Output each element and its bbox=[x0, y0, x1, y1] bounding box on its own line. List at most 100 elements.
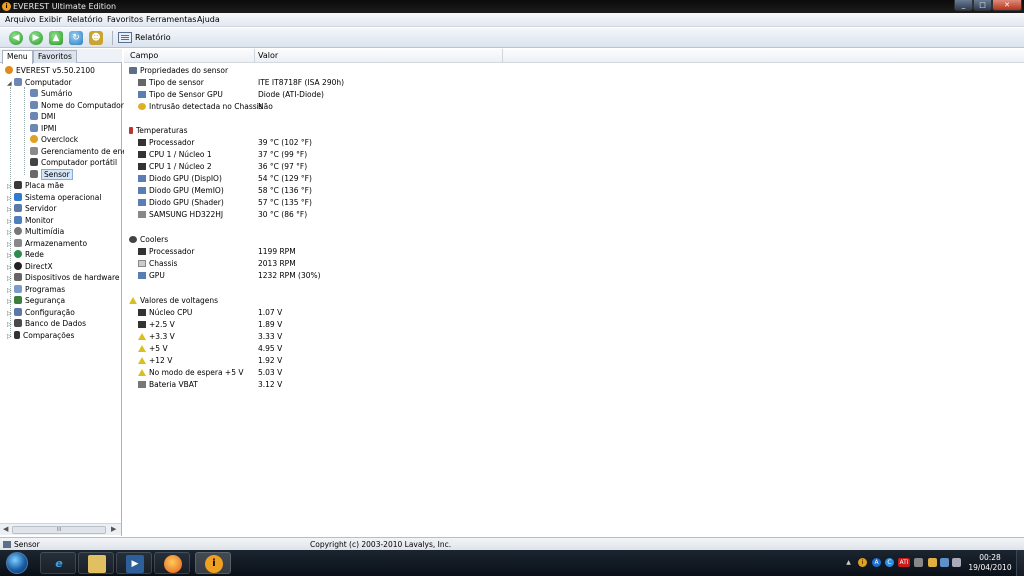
table-row[interactable]: CPU 1 / Núcleo 2 bbox=[138, 161, 212, 173]
tree-item-sistema-operacional[interactable]: ▷ Sistema operacional bbox=[7, 192, 101, 203]
tray-icon-a[interactable]: A bbox=[872, 558, 881, 567]
menu-exibir[interactable]: Exibir bbox=[39, 13, 62, 27]
table-row[interactable]: Intrusão detectada no Chassis bbox=[138, 101, 263, 113]
tree-item-placa-mae[interactable]: ▷ Placa mãe bbox=[7, 180, 64, 191]
tree-item-rede[interactable]: ▷ Rede bbox=[7, 249, 44, 260]
tree-item-nome-computador[interactable]: Nome do Computador bbox=[30, 100, 124, 111]
table-row[interactable]: Diodo GPU (DispIO) bbox=[138, 173, 222, 185]
report-button-label[interactable]: Relatório bbox=[135, 28, 171, 48]
close-button[interactable]: ✕ bbox=[992, 0, 1022, 11]
tab-favoritos[interactable]: Favoritos bbox=[33, 50, 77, 63]
collapse-icon[interactable]: ◢ bbox=[7, 78, 14, 89]
scroll-right-icon[interactable]: ▶ bbox=[111, 525, 116, 533]
tree-item-configuracao[interactable]: ▷ Configuração bbox=[7, 307, 75, 318]
taskbar-app-firefox[interactable] bbox=[154, 552, 190, 574]
taskbar-app-explorer[interactable] bbox=[78, 552, 114, 574]
network-icon[interactable] bbox=[940, 558, 949, 567]
menu-ajuda[interactable]: Ajuda bbox=[197, 13, 220, 27]
table-row[interactable]: +12 V bbox=[138, 355, 172, 367]
menu-arquivo[interactable]: Arquivo bbox=[5, 13, 36, 27]
menu-relatorio[interactable]: Relatório bbox=[67, 13, 103, 27]
table-row[interactable]: Bateria VBAT bbox=[138, 379, 198, 391]
table-row[interactable]: Processador bbox=[138, 246, 194, 258]
tree-item-seguranca[interactable]: ▷ Segurança bbox=[7, 295, 65, 306]
table-row[interactable]: Diodo GPU (MemIO) bbox=[138, 185, 224, 197]
clock-time[interactable]: 00:28 bbox=[970, 553, 1010, 562]
menu-favoritos[interactable]: Favoritos bbox=[107, 13, 143, 27]
expand-icon[interactable]: ▷ bbox=[7, 204, 14, 215]
column-separator[interactable] bbox=[254, 49, 255, 63]
maximize-button[interactable]: □ bbox=[973, 0, 992, 11]
tree-item-ipmi[interactable]: IPMI bbox=[30, 123, 56, 134]
tree-item-monitor[interactable]: ▷ Monitor bbox=[7, 215, 54, 226]
column-campo[interactable]: Campo bbox=[130, 49, 158, 63]
tree-item-banco-dados[interactable]: ▷ Banco de Dados bbox=[7, 318, 86, 329]
everest-icon: i bbox=[205, 555, 223, 573]
menu-ferramentas[interactable]: Ferramentas bbox=[146, 13, 196, 27]
table-row[interactable]: GPU bbox=[138, 270, 165, 282]
table-row[interactable]: +5 V bbox=[138, 343, 168, 355]
everest-tray-icon[interactable]: i bbox=[858, 558, 867, 567]
forward-icon[interactable]: ▶ bbox=[29, 31, 43, 45]
tree-item-directx[interactable]: ▷ DirectX bbox=[7, 261, 53, 272]
tree-item-sensor[interactable]: Sensor bbox=[30, 169, 73, 180]
tree-item-overclock[interactable]: Overclock bbox=[30, 134, 78, 145]
tree-item-multimidia[interactable]: ▷ Multimídia bbox=[7, 226, 64, 237]
expand-icon[interactable]: ▷ bbox=[7, 319, 14, 330]
show-hidden-icons-icon[interactable]: ▲ bbox=[844, 558, 853, 567]
table-row[interactable]: Processador bbox=[138, 137, 194, 149]
scroll-thumb[interactable]: III bbox=[12, 526, 106, 534]
computer-icon bbox=[14, 78, 22, 86]
start-button[interactable] bbox=[6, 552, 28, 574]
tree-item-armazenamento[interactable]: ▷ Armazenamento bbox=[7, 238, 87, 249]
refresh-icon[interactable]: ↻ bbox=[69, 31, 83, 45]
tree-item-dmi[interactable]: DMI bbox=[30, 111, 55, 122]
expand-icon[interactable]: ▷ bbox=[7, 331, 14, 342]
tree-item-servidor[interactable]: ▷ Servidor bbox=[7, 203, 56, 214]
table-row[interactable]: Tipo de Sensor GPU bbox=[138, 89, 223, 101]
tree-item-gerenciamento-energia[interactable]: Gerenciamento de energ bbox=[30, 146, 135, 157]
tree-item-computador-portatil[interactable]: Computador portátil bbox=[30, 157, 117, 168]
tree-item-comparacoes[interactable]: ▷ Comparações bbox=[7, 330, 74, 341]
expand-icon[interactable]: ▷ bbox=[7, 273, 14, 284]
details-panel: Campo Valor Propriedades do sensor Tipo … bbox=[124, 49, 1024, 536]
tab-menu[interactable]: Menu bbox=[2, 50, 33, 64]
table-row[interactable]: No modo de espera +5 V bbox=[138, 367, 244, 379]
table-row[interactable]: +2.5 V bbox=[138, 319, 175, 331]
table-row[interactable]: Núcleo CPU bbox=[138, 307, 192, 319]
table-row[interactable]: Diodo GPU (Shader) bbox=[138, 197, 224, 209]
minimize-button[interactable]: _ bbox=[954, 0, 973, 11]
tree-root[interactable]: EVEREST v5.50.2100 bbox=[5, 65, 95, 76]
taskbar-app-media-player[interactable]: ▶ bbox=[116, 552, 152, 574]
show-desktop-button[interactable] bbox=[1016, 550, 1024, 576]
taskbar-app-everest[interactable]: i bbox=[195, 552, 231, 574]
tray-icon-c[interactable]: C bbox=[885, 558, 894, 567]
table-row[interactable]: CPU 1 / Núcleo 1 bbox=[138, 149, 212, 161]
table-row[interactable]: Chassis bbox=[138, 258, 177, 270]
clock-date[interactable]: 19/04/2010 bbox=[966, 563, 1014, 572]
table-row[interactable]: SAMSUNG HD322HJ bbox=[138, 209, 223, 221]
column-separator[interactable] bbox=[502, 49, 503, 63]
up-icon[interactable]: ▲ bbox=[49, 31, 63, 45]
volume-icon[interactable] bbox=[952, 558, 961, 567]
tree-horizontal-scrollbar[interactable]: ◀ III ▶ bbox=[0, 523, 121, 535]
flag-icon[interactable] bbox=[928, 558, 937, 567]
column-valor[interactable]: Valor bbox=[258, 49, 278, 63]
ati-icon[interactable]: ATI bbox=[898, 558, 910, 567]
tree-item-programas[interactable]: ▷ Programas bbox=[7, 284, 65, 295]
report-icon[interactable] bbox=[118, 32, 132, 43]
scroll-left-icon[interactable]: ◀ bbox=[3, 525, 8, 533]
tree-item-dispositivos-hardware[interactable]: ▷ Dispositivos de hardware bbox=[7, 272, 120, 283]
language-icon[interactable] bbox=[914, 558, 923, 567]
taskbar-app-ie[interactable]: e bbox=[40, 552, 76, 574]
expand-icon[interactable]: ▷ bbox=[7, 181, 14, 192]
back-icon[interactable]: ◀ bbox=[9, 31, 23, 45]
users-icon[interactable]: ☻ bbox=[89, 31, 103, 45]
tree-item-computador[interactable]: ◢ Computador bbox=[7, 77, 72, 88]
expand-icon[interactable]: ▷ bbox=[7, 250, 14, 261]
table-row[interactable]: Tipo de sensor bbox=[138, 77, 204, 89]
table-row[interactable]: +3.3 V bbox=[138, 331, 175, 343]
expand-icon[interactable]: ▷ bbox=[7, 227, 14, 238]
expand-icon[interactable]: ▷ bbox=[7, 296, 14, 307]
tree-item-sumario[interactable]: Sumário bbox=[30, 88, 72, 99]
